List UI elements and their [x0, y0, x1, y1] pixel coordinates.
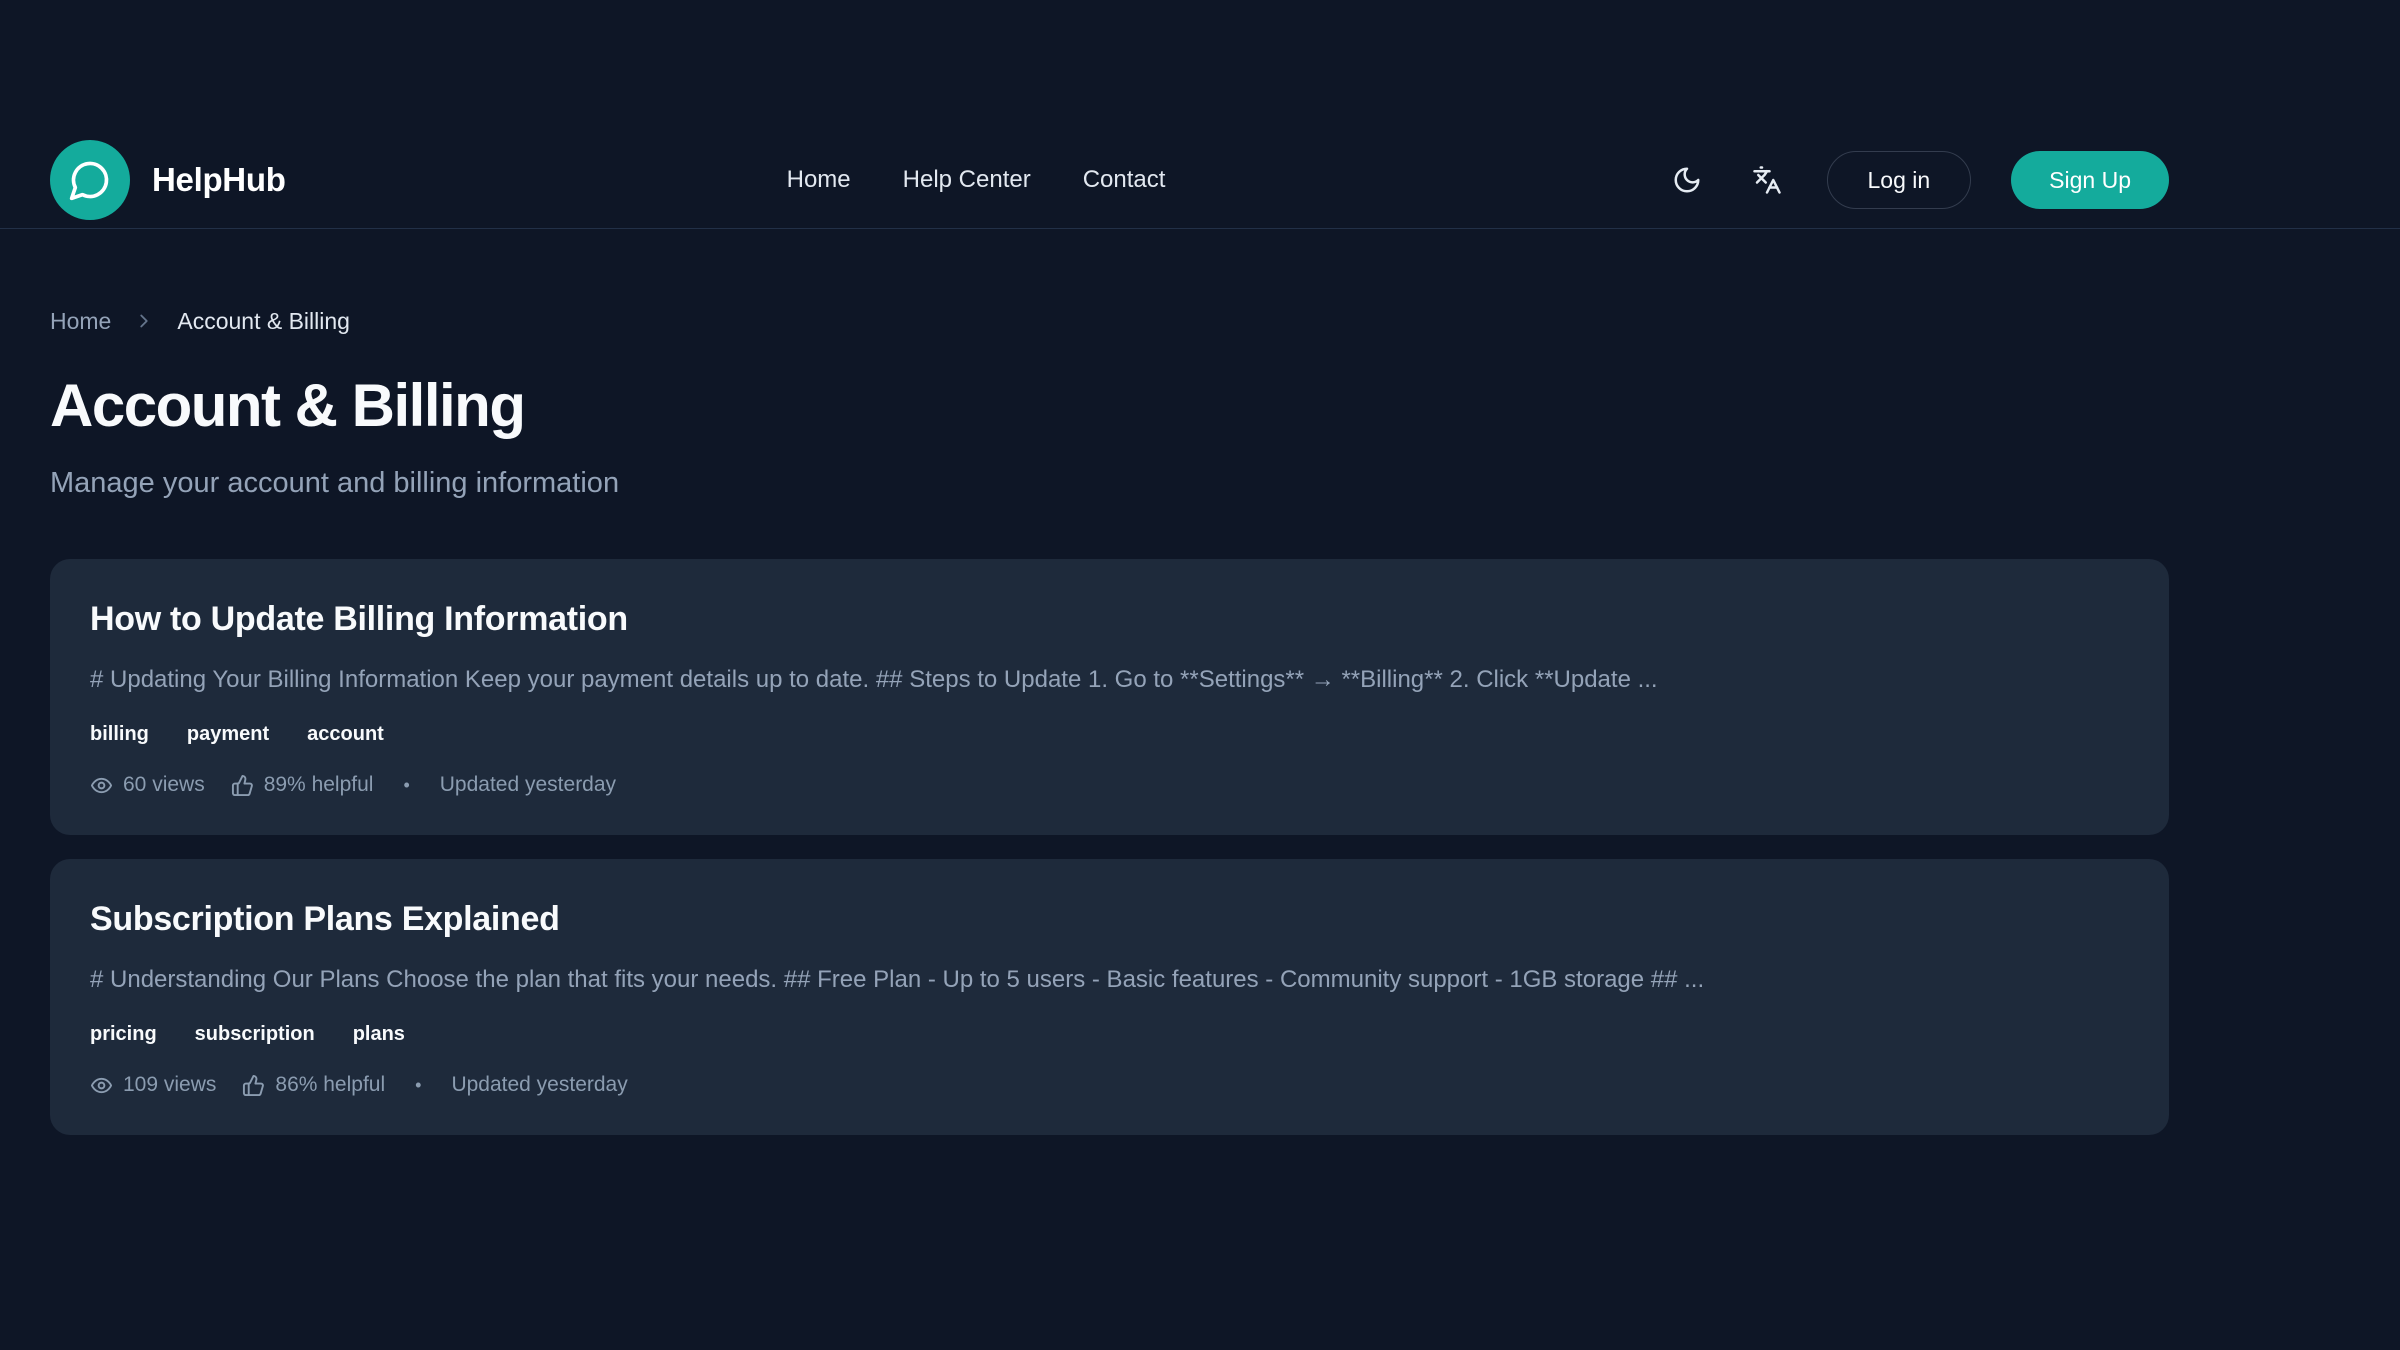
updated-label: Updated yesterday	[451, 1071, 627, 1099]
meta-separator-dot: •	[399, 771, 413, 799]
meta-separator-dot: •	[411, 1071, 425, 1099]
breadcrumb-home-link[interactable]: Home	[50, 305, 111, 337]
login-button[interactable]: Log in	[1827, 151, 1972, 209]
views-label: 60 views	[123, 771, 205, 799]
translate-icon	[1752, 165, 1782, 195]
article-tags: pricing subscription plans	[90, 1021, 2129, 1047]
eye-icon	[90, 774, 113, 797]
tag-chip[interactable]: plans	[353, 1021, 405, 1047]
signup-button[interactable]: Sign Up	[2011, 151, 2169, 209]
nav-link-contact[interactable]: Contact	[1083, 166, 1166, 194]
helpful-stat: 89% helpful	[231, 771, 374, 799]
page-subtitle: Manage your account and billing informat…	[50, 463, 2169, 503]
article-meta: 60 views 89% helpful • Updated yesterday	[90, 771, 2129, 799]
main-nav: Home Help Center Contact	[286, 166, 1667, 194]
tag-chip[interactable]: account	[307, 721, 384, 747]
moon-icon	[1672, 165, 1702, 195]
brand-logo[interactable]: HelpHub	[50, 140, 286, 220]
article-title: Subscription Plans Explained	[90, 895, 2129, 943]
thumbs-up-icon	[231, 774, 254, 797]
header-actions: Log in Sign Up	[1667, 151, 2170, 209]
views-label: 109 views	[123, 1071, 216, 1099]
site-header: HelpHub Home Help Center Contact Log in …	[0, 0, 2400, 229]
article-meta: 109 views 86% helpful • Updated yesterda…	[90, 1071, 2129, 1099]
tag-chip[interactable]: subscription	[195, 1021, 315, 1047]
breadcrumb-current: Account & Billing	[177, 305, 350, 337]
helpful-label: 89% helpful	[264, 771, 374, 799]
thumbs-up-icon	[242, 1074, 265, 1097]
brand-name: HelpHub	[152, 161, 286, 199]
views-stat: 60 views	[90, 771, 205, 799]
views-stat: 109 views	[90, 1071, 216, 1099]
updated-label: Updated yesterday	[440, 771, 616, 799]
theme-toggle-button[interactable]	[1667, 160, 1707, 200]
main-content: Home Account & Billing Account & Billing…	[50, 305, 2169, 1135]
language-button[interactable]	[1747, 160, 1787, 200]
chevron-right-icon	[133, 310, 155, 332]
eye-icon	[90, 1074, 113, 1097]
article-tags: billing payment account	[90, 721, 2129, 747]
article-card[interactable]: Subscription Plans Explained # Understan…	[50, 859, 2169, 1135]
speech-bubble-icon	[50, 140, 130, 220]
article-list: How to Update Billing Information # Upda…	[50, 559, 2169, 1135]
helpful-label: 86% helpful	[275, 1071, 385, 1099]
tag-chip[interactable]: pricing	[90, 1021, 157, 1047]
helpful-stat: 86% helpful	[242, 1071, 385, 1099]
page-title: Account & Billing	[50, 373, 2169, 439]
breadcrumb: Home Account & Billing	[50, 305, 2169, 337]
article-excerpt: # Understanding Our Plans Choose the pla…	[90, 963, 2129, 997]
article-title: How to Update Billing Information	[90, 595, 2129, 643]
tag-chip[interactable]: payment	[187, 721, 269, 747]
tag-chip[interactable]: billing	[90, 721, 149, 747]
article-card[interactable]: How to Update Billing Information # Upda…	[50, 559, 2169, 835]
article-excerpt: # Updating Your Billing Information Keep…	[90, 663, 2129, 697]
nav-link-home[interactable]: Home	[787, 166, 851, 194]
nav-link-help-center[interactable]: Help Center	[903, 166, 1031, 194]
